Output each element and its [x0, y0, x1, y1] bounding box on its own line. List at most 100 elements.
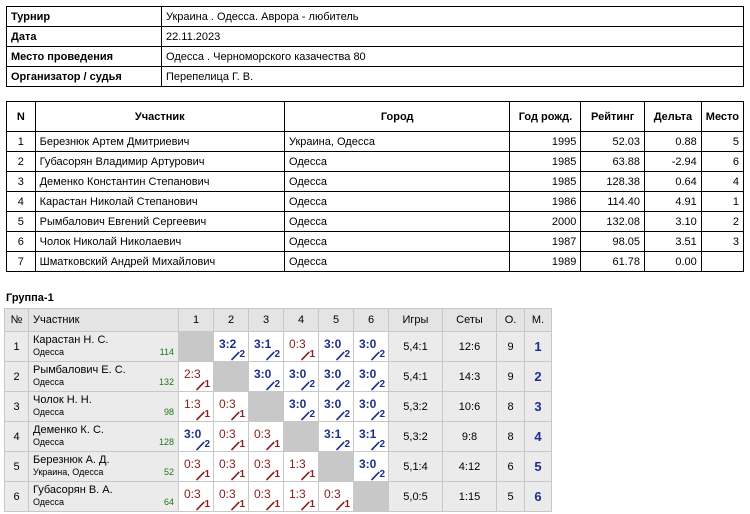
group-sets: 4:12	[442, 451, 497, 482]
match-score: 3:1	[324, 427, 342, 441]
participant-birth-year: 1987	[509, 231, 582, 252]
match-result-cell[interactable]: 3:0 2	[353, 361, 389, 392]
info-value: Перепелица Г. В.	[161, 66, 744, 87]
participant-rating: 61.78	[580, 251, 646, 272]
match-result-cell[interactable]: 3:0 2	[318, 361, 354, 392]
group-player-city: Одесса	[33, 497, 65, 507]
match-result-cell[interactable]: 3:2 2	[213, 331, 249, 362]
match-points: 2	[379, 469, 385, 480]
group-place: 1	[524, 331, 552, 362]
match-result-cell[interactable]: 1:3 1	[178, 391, 214, 422]
match-result-cell[interactable]: 3:1 2	[318, 421, 354, 452]
col-header-delta: Дельта	[644, 101, 702, 132]
match-points: 2	[344, 409, 350, 420]
group-header-games: Игры	[388, 308, 443, 332]
participant-rating: 63.88	[580, 151, 646, 172]
match-points: 2	[344, 439, 350, 450]
participant-place	[700, 251, 745, 272]
info-row: Дата 22.11.2023	[6, 26, 744, 47]
match-result-cell[interactable]: 0:3 1	[283, 331, 319, 362]
participant-rating: 114.40	[580, 191, 646, 212]
match-result-cell[interactable]: 3:0 2	[283, 391, 319, 422]
group-row-num: 6	[4, 481, 29, 512]
group-player-rating: 98	[163, 407, 174, 417]
match-result-cell[interactable]: 3:1 2	[353, 421, 389, 452]
table-row: 7 Шматковский Андрей Михайлович Одесса 1989…	[6, 251, 745, 272]
info-value: Украина . Одесса. Аврора - любитель	[161, 6, 744, 27]
match-result-cell[interactable]: 0:3 1	[213, 481, 249, 512]
group-games: 5,1:4	[388, 451, 443, 482]
group-games: 5,3:2	[388, 391, 443, 422]
group-cross-table: № Участник 1 2 3 4 5 6 Игры Сеты О. М. 1…	[4, 308, 552, 512]
match-score: 3:0	[359, 397, 377, 411]
participant-delta: 0.00	[644, 251, 702, 272]
group-title: Группа-1	[6, 292, 54, 304]
participant-city: Одесса	[283, 231, 511, 252]
match-result-cell[interactable]: 0:3 1	[178, 481, 214, 512]
tournament-info-table: Турнир Украина . Одесса. Аврора - любител…	[6, 6, 744, 87]
match-result-cell[interactable]: 3:0 2	[318, 391, 354, 422]
group-sets: 9:8	[442, 421, 497, 452]
match-result-cell[interactable]: 3:0 2	[353, 391, 389, 422]
col-header-city: Город	[283, 101, 511, 132]
participant-place: 6	[700, 151, 745, 172]
match-points: 1	[204, 499, 210, 510]
table-row: 5 Рымбалович Евгений Сергеевич Одесса 2000 1…	[6, 211, 745, 232]
match-result-cell[interactable]: 3:0 2	[248, 361, 284, 392]
group-header-place: М.	[524, 308, 552, 332]
group-points: 8	[496, 421, 525, 452]
participant-city: Одесса	[283, 251, 511, 272]
participant-birth-year: 1995	[509, 131, 582, 152]
group-player-sub: Украина, Одесса 52	[33, 467, 174, 477]
col-header-num: N	[6, 101, 36, 132]
group-player-cell: Губасорян В. А. Одесса 64	[28, 481, 179, 512]
match-result-cell[interactable]: 3:0 2	[353, 331, 389, 362]
match-result-cell[interactable]: 3:0 2	[353, 451, 389, 482]
group-player-sub: Одесса 114	[33, 347, 174, 357]
match-result-cell[interactable]: 3:0 2	[283, 361, 319, 392]
table-row: 4 Карастан Николай Степанович Одесса 1986 11…	[6, 191, 745, 212]
match-result-cell[interactable]: 2:3 1	[178, 361, 214, 392]
match-points: 1	[239, 469, 245, 480]
participant-place: 1	[700, 191, 745, 212]
info-label: Место проведения	[6, 46, 162, 67]
match-score: 1:3	[289, 457, 306, 471]
group-row: 2 Рымбалович Е. С. Одесса 132 2:3 1 3:0 2 3:0 2 3:…	[4, 361, 552, 392]
match-result-cell[interactable]: 0:3 1	[248, 451, 284, 482]
match-result-cell[interactable]: 0:3 1	[318, 481, 354, 512]
group-player-city: Украина, Одесса	[33, 467, 104, 477]
group-header-col-2: 2	[213, 308, 249, 332]
participant-delta: 0.64	[644, 171, 702, 192]
participant-birth-year: 1985	[509, 151, 582, 172]
match-points: 2	[204, 439, 210, 450]
match-result-cell[interactable]: 3:0 2	[318, 331, 354, 362]
participant-name: Шматковский Андрей Михайлович	[34, 251, 286, 272]
match-result-cell[interactable]: 0:3 1	[248, 421, 284, 452]
match-result-cell[interactable]: 3:0 2	[178, 421, 214, 452]
match-result-cell[interactable]: 0:3 1	[213, 391, 249, 422]
match-result-cell[interactable]: 3:1 2	[248, 331, 284, 362]
group-row: 1 Карастан Н. С. Одесса 114 3:2 2 3:1 2 0:3 1 3:0 2…	[4, 331, 552, 362]
group-row-num: 1	[4, 331, 29, 362]
group-player-city: Одесса	[33, 407, 65, 417]
match-result-cell[interactable]: 1:3 1	[283, 481, 319, 512]
match-result-cell[interactable]: 1:3 1	[283, 451, 319, 482]
match-result-cell[interactable]: 0:3 1	[213, 451, 249, 482]
match-score: 0:3	[219, 427, 236, 441]
match-score: 3:0	[324, 337, 342, 351]
group-sets: 12:6	[442, 331, 497, 362]
match-score: 0:3	[219, 487, 236, 501]
match-result-cell[interactable]: 0:3 1	[213, 421, 249, 452]
match-result-cell[interactable]: 0:3 1	[248, 481, 284, 512]
match-result-cell[interactable]: 0:3 1	[178, 451, 214, 482]
group-player-cell: Рымбалович Е. С. Одесса 132	[28, 361, 179, 392]
info-label: Дата	[6, 26, 162, 47]
match-score: 3:1	[359, 427, 377, 441]
match-score: 0:3	[254, 457, 271, 471]
participant-delta: 4.91	[644, 191, 702, 212]
match-points: 2	[344, 349, 350, 360]
group-row: 5 Березнюк А. Д. Украина, Одесса 52 0:3 1 0:3 1…	[4, 451, 552, 482]
group-player-city: Одесса	[33, 437, 65, 447]
match-points: 2	[379, 439, 385, 450]
participant-birth-year: 1986	[509, 191, 582, 212]
